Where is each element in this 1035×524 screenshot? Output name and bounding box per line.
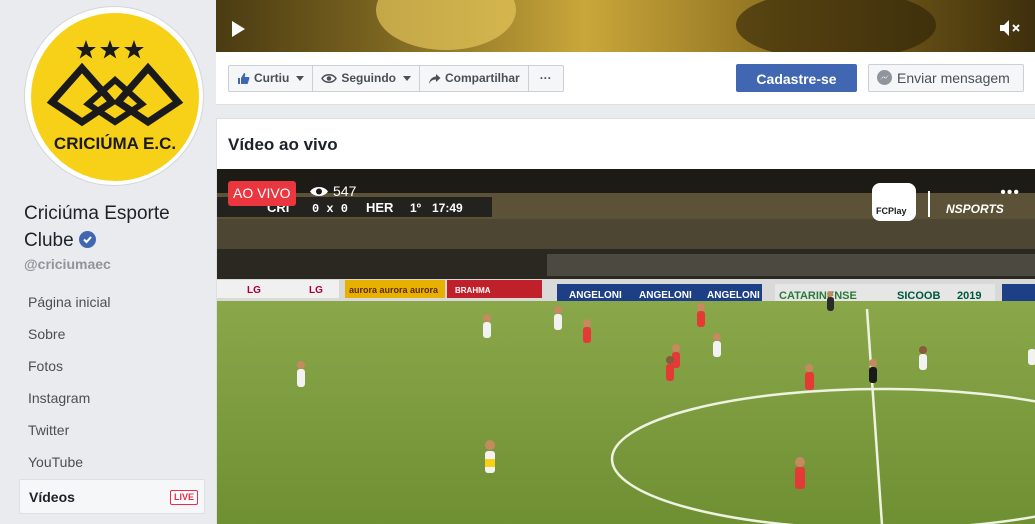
play-icon[interactable]: [232, 21, 245, 37]
share-button[interactable]: Compartilhar: [420, 66, 529, 91]
send-message-button[interactable]: Enviar mensagem: [868, 64, 1024, 92]
following-button[interactable]: Seguindo: [313, 66, 420, 91]
sidebar-item-about[interactable]: Sobre: [19, 318, 205, 350]
sidebar-item-label: Página inicial: [28, 294, 111, 310]
sidebar-item-instagram[interactable]: Instagram: [19, 382, 205, 414]
messenger-icon: [877, 70, 892, 85]
video-options-icon[interactable]: •••: [1000, 185, 1020, 201]
chevron-down-icon: [403, 76, 411, 81]
nsports-logo: NSPORTS: [946, 202, 1004, 216]
live-video-card: Vídeo ao vivo LG LG aurora aurora aurora…: [216, 118, 1035, 524]
avatar[interactable]: CRICIÚMA E.C.: [24, 6, 204, 186]
mute-icon[interactable]: [999, 19, 1021, 37]
ad-board-text: LG: [309, 285, 323, 296]
page-root: CRICIÚMA E.C. Criciúma Esporte Clube @cr…: [0, 0, 1035, 524]
like-label: Curtiu: [254, 71, 290, 85]
fcplay-logo-text: FCPlay: [876, 206, 907, 216]
share-label: Compartilhar: [445, 71, 520, 85]
sidebar-item-twitter[interactable]: Twitter: [19, 414, 205, 446]
match-clock: 17:49: [432, 201, 463, 215]
ad-board-text: ANGELONI: [569, 290, 622, 301]
sidebar-item-label: Twitter: [28, 422, 70, 438]
sidebar-item-home[interactable]: Página inicial: [19, 286, 205, 318]
ad-board-text: BRAHMA: [455, 286, 491, 295]
live-indicator: AO VIVO: [228, 181, 296, 206]
live-video-heading: Vídeo ao vivo: [228, 135, 338, 154]
ad-board-text: SICOOB: [897, 290, 940, 302]
following-label: Seguindo: [341, 71, 396, 85]
cover-video[interactable]: [216, 0, 1035, 52]
sidebar-item-label: Fotos: [28, 358, 64, 374]
verified-badge-icon: [78, 231, 96, 248]
more-options-button[interactable]: ···: [529, 66, 563, 91]
match-period: 1º: [410, 201, 422, 215]
thumbs-up-icon: [238, 73, 250, 84]
cover-video-frame: [736, 0, 936, 52]
crest-text: CRICIÚMA E.C.: [54, 134, 176, 153]
ad-board-text: ANGELONI: [707, 290, 760, 301]
live-video-frame: LG LG aurora aurora aurora BRAHMA ANGELO…: [217, 169, 1035, 524]
ad-board-text: aurora aurora aurora: [349, 285, 439, 295]
more-dots-icon: ···: [539, 71, 552, 85]
chevron-down-icon: [296, 76, 305, 81]
page-handle[interactable]: @criciumaec: [24, 256, 111, 272]
eye-icon: [321, 74, 338, 83]
sidebar-item-label: Instagram: [28, 390, 91, 406]
sidebar-item-videos[interactable]: Vídeos LIVE: [19, 479, 205, 514]
left-sidebar: CRICIÚMA E.C. Criciúma Esporte Clube @cr…: [0, 0, 216, 524]
sidebar-item-youtube[interactable]: YouTube: [19, 446, 205, 478]
club-crest-logo: CRICIÚMA E.C.: [31, 13, 199, 181]
send-message-label: Enviar mensagem: [897, 70, 1010, 86]
ad-board-text: CATARINENSE: [779, 290, 857, 302]
page-title[interactable]: Criciúma Esporte Clube: [24, 200, 204, 254]
sidebar-item-photos[interactable]: Fotos: [19, 350, 205, 382]
page-action-bar: Curtiu Seguindo Compartilhar ··· Cadastr…: [216, 52, 1035, 105]
eye-icon: [310, 186, 328, 196]
sidebar-item-label: YouTube: [28, 454, 84, 470]
sidebar-item-label: Sobre: [28, 326, 66, 342]
away-team-code: HER: [366, 200, 394, 215]
sidebar-nav: Página inicial Sobre Fotos Instagram Twi…: [19, 286, 205, 514]
sidebar-item-label: Vídeos: [29, 489, 75, 505]
ad-board-text: LG: [247, 285, 261, 296]
live-video-player[interactable]: LG LG aurora aurora aurora BRAHMA ANGELO…: [217, 169, 1035, 524]
like-button[interactable]: Curtiu: [229, 66, 314, 91]
ad-board-text: ANGELONI: [639, 290, 692, 301]
share-arrow-icon: [429, 73, 441, 84]
live-badge: LIVE: [169, 490, 198, 505]
page-actions-group: Curtiu Seguindo Compartilhar ···: [228, 65, 564, 92]
viewer-count: 547: [309, 183, 356, 199]
cover-video-frame: [376, 0, 516, 50]
page-name-text[interactable]: Criciúma Esporte Clube: [24, 203, 170, 251]
viewer-count-value: 547: [333, 183, 357, 199]
match-score: 0 x 0: [312, 202, 348, 216]
signup-button[interactable]: Cadastre-se: [736, 64, 857, 92]
ad-board-text: 2019: [957, 290, 981, 302]
